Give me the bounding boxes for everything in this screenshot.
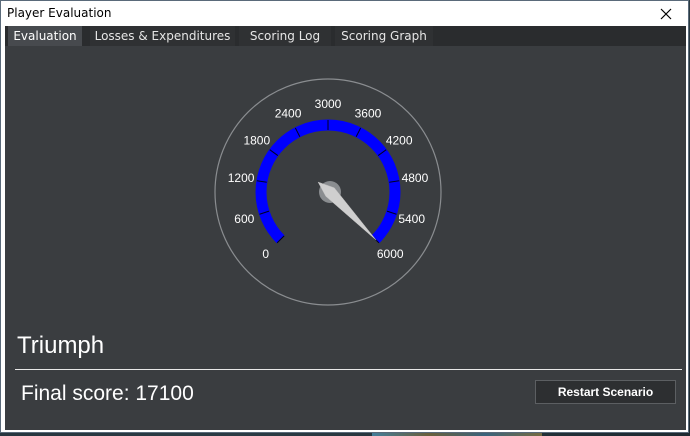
result-title: Triumph: [17, 332, 105, 359]
content-area: Evaluation Losses & Expenditures Scoring…: [5, 26, 686, 430]
divider: [15, 369, 682, 370]
gauge-tick-label: 0: [262, 247, 269, 261]
gauge-tick-label: 1800: [243, 133, 270, 147]
tab-evaluation[interactable]: Evaluation: [8, 26, 82, 46]
gauge-tick-label: 3600: [355, 107, 382, 121]
gauge-tick-label: 5400: [398, 212, 425, 226]
evaluation-panel: 0 600 1200 1800 2400 3000 3600 4200 4800 5400 6000…: [5, 46, 686, 430]
gauge-tick-label: 1200: [228, 171, 255, 185]
tab-strip: Evaluation Losses & Expenditures Scoring…: [5, 26, 686, 46]
gauge-tick-label: 4200: [386, 133, 413, 147]
window-title: Player Evaluation: [7, 6, 112, 20]
tab-losses-expenditures[interactable]: Losses & Expenditures: [90, 26, 235, 46]
final-score: Final score: 17100: [21, 382, 194, 405]
gauge-tick-label: 3000: [315, 97, 342, 111]
gauge-tick-label: 4800: [402, 171, 429, 185]
score-gauge: 0 600 1200 1800 2400 3000 3600 4200 4800 5400 6000: [214, 78, 442, 306]
gauge-tick-label: 6000: [377, 247, 404, 261]
tab-scoring-log[interactable]: Scoring Log: [239, 26, 331, 46]
gauge-tick-label: 2400: [275, 107, 302, 121]
player-evaluation-window: Player Evaluation Evaluation Losses & Ex…: [0, 0, 689, 433]
gauge-tick-label: 600: [234, 212, 254, 226]
tab-scoring-graph[interactable]: Scoring Graph: [335, 26, 433, 46]
gauge-needle: [317, 181, 377, 241]
title-bar: Player Evaluation: [1, 1, 688, 26]
restart-scenario-button[interactable]: Restart Scenario: [535, 380, 676, 404]
close-button[interactable]: [644, 1, 688, 26]
close-icon: [660, 8, 672, 19]
